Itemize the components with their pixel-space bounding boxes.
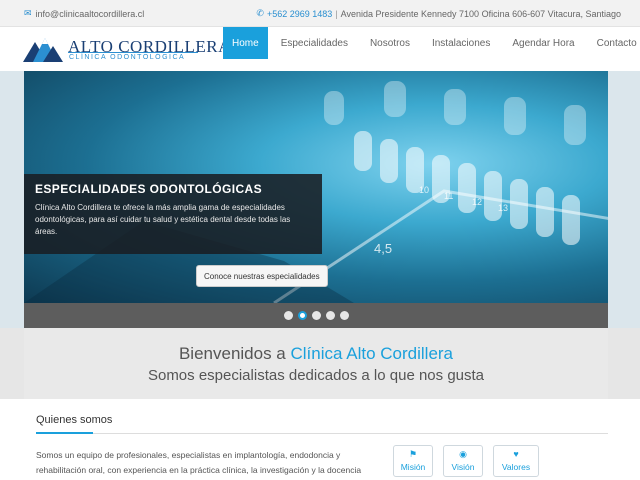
vision-button[interactable]: ◉ Visión — [443, 445, 483, 477]
welcome-section: Bienvenidos a Clínica Alto Cordillera So… — [0, 328, 640, 399]
eye-icon: ◉ — [459, 449, 467, 459]
nav-home[interactable]: Home — [223, 27, 268, 59]
main-nav: Home Especialidades Nosotros Instalacion… — [223, 27, 640, 71]
svg-text:13: 13 — [498, 203, 508, 213]
welcome-heading: Bienvenidos a Clínica Alto Cordillera — [24, 344, 608, 364]
heart-icon: ♥ — [513, 449, 519, 459]
vision-label: Visión — [451, 462, 475, 472]
svg-text:4,5: 4,5 — [374, 241, 392, 256]
welcome-highlight: Clínica Alto Cordillera — [290, 344, 454, 363]
site-header: ALTO CORDILLERA CLÍNICA ODONTOLÓGICA Hom… — [0, 27, 640, 71]
about-heading: Quienes somos — [36, 414, 113, 426]
mision-label: Misión — [400, 462, 426, 472]
address-text: Avenida Presidente Kennedy 7100 Oficina … — [340, 8, 621, 19]
about-divider-accent — [36, 432, 93, 434]
slide-dot-4[interactable] — [325, 311, 335, 320]
about-divider — [36, 432, 608, 434]
topbar-email[interactable]: ✉ info@clinicaaltocordillera.cl — [24, 8, 144, 19]
welcome-prefix: Bienvenidos a — [178, 344, 291, 363]
slider-pagination — [24, 303, 608, 328]
slide-dot-5[interactable] — [339, 311, 349, 320]
hero-slider: 4,5 10 11 12 13 ESPECIALIDADES ODONTOLÓG… — [0, 71, 640, 328]
svg-text:11: 11 — [444, 191, 453, 201]
hero-title: ESPECIALIDADES ODONTOLÓGICAS — [35, 182, 263, 196]
welcome-subheading: Somos especialistas dedicados a lo que n… — [147, 367, 485, 384]
svg-text:10: 10 — [419, 185, 429, 195]
valores-button[interactable]: ♥ Valores — [493, 445, 539, 477]
topbar-contact: ✆ +562 2969 1483 | Avenida Presidente Ke… — [256, 8, 621, 19]
nav-especialidades[interactable]: Especialidades — [272, 27, 357, 59]
about-pills: ⚑ Misión ◉ Visión ♥ Valores — [393, 445, 539, 477]
valores-label: Valores — [501, 462, 531, 472]
svg-text:12: 12 — [472, 197, 482, 207]
mision-button[interactable]: ⚑ Misión — [393, 445, 433, 477]
slide-dot-1[interactable] — [283, 311, 293, 320]
envelope-icon: ✉ — [24, 8, 32, 18]
nav-contacto[interactable]: Contacto — [588, 27, 640, 59]
logo[interactable]: ALTO CORDILLERA CLÍNICA ODONTOLÓGICA — [23, 36, 230, 62]
slide-dot-2[interactable] — [297, 311, 307, 320]
slide-dot-3[interactable] — [311, 311, 321, 320]
logo-subtitle: CLÍNICA ODONTOLÓGICA — [69, 54, 186, 61]
phone-icon: ✆ — [256, 8, 264, 18]
about-section: Quienes somos Somos un equipo de profesi… — [24, 399, 608, 480]
nav-instalaciones[interactable]: Instalaciones — [423, 27, 499, 59]
hero-caption: ESPECIALIDADES ODONTOLÓGICAS Clínica Alt… — [24, 174, 322, 254]
welcome-panel: Bienvenidos a Clínica Alto Cordillera So… — [24, 328, 608, 399]
nav-agendar-hora[interactable]: Agendar Hora — [503, 27, 583, 59]
about-text: Somos un equipo de profesionales, especi… — [36, 450, 362, 475]
topbar-separator: | — [335, 8, 338, 19]
logo-rule — [68, 52, 198, 53]
phone-link[interactable]: +562 2969 1483 — [267, 9, 332, 19]
top-bar: ✉ info@clinicaaltocordillera.cl ✆ +562 2… — [0, 0, 640, 27]
mountain-logo-icon — [23, 38, 63, 62]
hero-text: Clínica Alto Cordillera te ofrece la más… — [35, 203, 291, 236]
nav-nosotros[interactable]: Nosotros — [361, 27, 419, 59]
email-link[interactable]: info@clinicaaltocordillera.cl — [36, 9, 145, 19]
flag-icon: ⚑ — [408, 449, 418, 459]
especialidades-cta-button[interactable]: Conoce nuestras especialidades — [196, 265, 328, 287]
